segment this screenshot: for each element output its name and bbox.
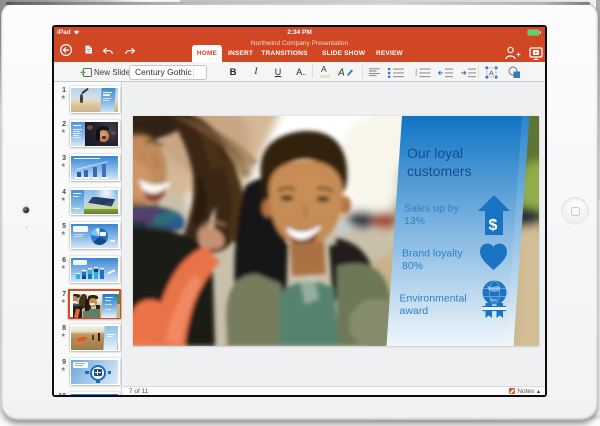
svg-text:Brand loyalty: Brand loyalty (402, 248, 463, 260)
svg-text:A: A (489, 70, 494, 77)
svg-text:Our loyal: Our loyal (407, 145, 463, 161)
svg-text:A: A (338, 68, 345, 79)
svg-text:2: 2 (415, 71, 418, 76)
svg-text:award: award (400, 305, 429, 317)
svg-text:customers: customers (407, 163, 472, 179)
svg-text:80%: 80% (402, 260, 423, 272)
svg-text:13%: 13% (404, 215, 425, 227)
svg-text:Sales up by: Sales up by (404, 203, 460, 215)
svg-text:$: $ (489, 217, 498, 234)
svg-text:Environmental: Environmental (400, 293, 467, 305)
